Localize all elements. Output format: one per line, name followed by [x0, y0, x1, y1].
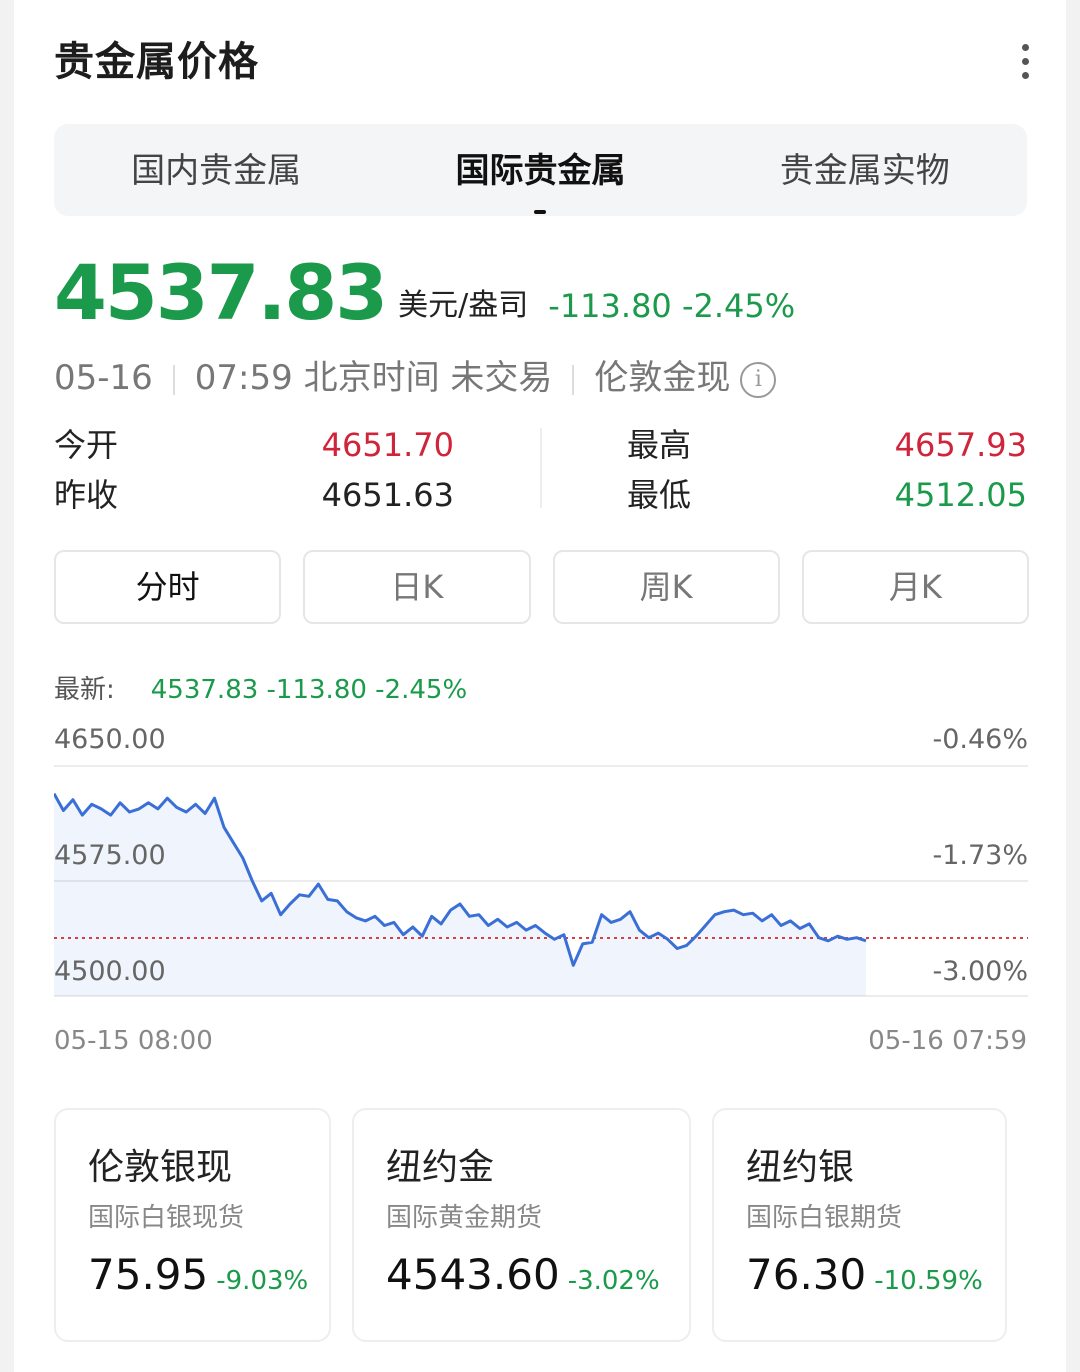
card-change: -9.03% [216, 1266, 309, 1296]
divider [572, 364, 575, 395]
chart-svg [52, 765, 1028, 997]
latest-value: 4537.83 -113.80 -2.45% [150, 675, 468, 705]
card-subtitle: 国际黄金期货 [386, 1203, 543, 1233]
price-change-value: -113.80 [548, 287, 672, 325]
card-change: -3.02% [567, 1266, 660, 1296]
price-change-pct: -2.45% [681, 287, 796, 325]
y-tick-label-top: 4650.00 [54, 724, 166, 755]
pct-tick-label-mid: -1.73% [932, 840, 1028, 871]
card-quote: 4543.60 -3.02% [386, 1250, 689, 1299]
page-edge-left [0, 0, 14, 1372]
latest-label: 最新: [54, 675, 115, 705]
x-axis-end-label: 05-16 07:59 [868, 1026, 1027, 1056]
open-label: 今开 [54, 426, 119, 464]
card-ny-gold[interactable]: 纽约金 国际黄金期货 4543.60 -3.02% [352, 1108, 691, 1342]
price-area-fill [54, 793, 866, 996]
period-intraday-button[interactable]: 分时 [54, 550, 282, 624]
current-price: 4537.83 [54, 248, 388, 337]
x-axis-start-label: 05-15 08:00 [54, 1026, 213, 1056]
card-ny-silver[interactable]: 纽约银 国际白银期货 76.30 -10.59% [712, 1108, 1007, 1342]
card-title: 伦敦银现 [88, 1147, 233, 1188]
prev-close-label: 昨收 [54, 476, 119, 514]
price-unit: 美元/盎司 [398, 288, 529, 323]
card-price: 75.95 [88, 1250, 209, 1299]
page-title: 贵金属价格 [54, 39, 259, 85]
stats-divider [540, 428, 542, 508]
quote-date: 05-16 [54, 358, 153, 398]
header: 贵金属价格 [54, 30, 1040, 94]
instrument-name: 伦敦金现 [594, 358, 731, 398]
quote-meta: 05-16 07:59 北京时间 未交易 伦敦金现 i [54, 350, 777, 406]
stats-panel: 今开 4651.70 昨收 4651.63 最高 4657.93 最低 4512… [54, 418, 1027, 518]
period-monthly-button[interactable]: 月K [801, 550, 1029, 624]
prev-close-value: 4651.63 [321, 476, 454, 514]
card-change: -10.59% [874, 1266, 983, 1296]
y-tick-label-bottom: 4500.00 [54, 956, 166, 987]
price-change: -113.80 -2.45% [548, 274, 795, 338]
page-edge-right [1066, 0, 1080, 1372]
high-value: 4657.93 [894, 426, 1027, 464]
quote-time: 07:59 北京时间 未交易 [194, 358, 553, 398]
card-quote: 76.30 -10.59% [746, 1250, 1005, 1299]
low-value: 4512.05 [894, 476, 1027, 514]
card-price: 76.30 [746, 1250, 867, 1299]
intraday-chart[interactable]: 4650.00 4575.00 4500.00 -0.46% -1.73% -3… [52, 724, 1028, 1004]
info-icon[interactable]: i [740, 361, 777, 398]
card-title: 纽约金 [386, 1147, 495, 1188]
low-label: 最低 [627, 476, 692, 514]
open-value: 4651.70 [321, 426, 454, 464]
card-subtitle: 国际白银期货 [746, 1203, 903, 1233]
card-quote: 75.95 -9.03% [88, 1250, 329, 1299]
tab-international[interactable]: 国际贵金属 [378, 124, 702, 216]
divider [172, 364, 175, 395]
period-daily-button[interactable]: 日K [303, 550, 531, 624]
price-row: 4537.83 美元/盎司 -113.80 -2.45% [54, 248, 795, 338]
card-price: 4543.60 [386, 1250, 560, 1299]
high-label: 最高 [627, 426, 692, 464]
more-vertical-icon[interactable] [1010, 40, 1040, 84]
y-tick-label-mid: 4575.00 [54, 840, 166, 871]
period-selector: 分时 日K 周K 月K [54, 550, 1029, 624]
period-weekly-button[interactable]: 周K [552, 550, 780, 624]
pct-tick-label-top: -0.46% [932, 724, 1028, 755]
tab-physical[interactable]: 贵金属实物 [703, 124, 1027, 216]
category-tabs: 国内贵金属 国际贵金属 贵金属实物 [54, 124, 1027, 216]
pct-tick-label-bottom: -3.00% [932, 956, 1028, 987]
tab-domestic[interactable]: 国内贵金属 [54, 124, 378, 216]
card-london-silver[interactable]: 伦敦银现 国际白银现货 75.95 -9.03% [54, 1108, 331, 1342]
card-subtitle: 国际白银现货 [88, 1203, 245, 1233]
card-title: 纽约银 [746, 1147, 855, 1188]
latest-quote-row: 最新: 4537.83 -113.80 -2.45% [54, 670, 467, 710]
